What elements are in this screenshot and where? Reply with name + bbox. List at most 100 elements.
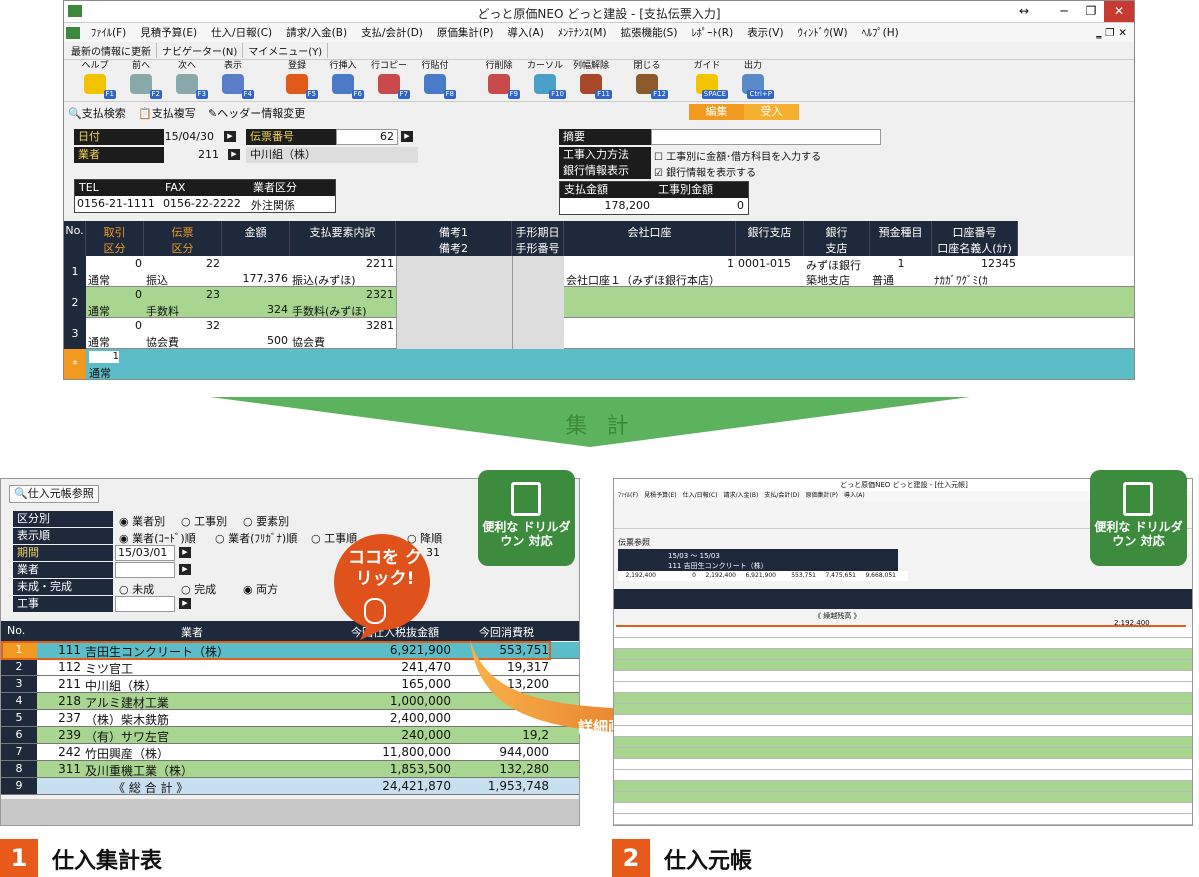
- refresh-link[interactable]: 最新の情報に更新: [66, 43, 157, 58]
- ledger-row[interactable]: [614, 781, 1192, 792]
- menu-cost[interactable]: 原価集計(P): [430, 25, 501, 40]
- ledger-row[interactable]: [614, 748, 1192, 759]
- radio-option[interactable]: ○ 工事別: [181, 513, 227, 529]
- date-picker-button[interactable]: ▶: [224, 131, 236, 142]
- ledger-row[interactable]: [614, 792, 1192, 803]
- menu-payment[interactable]: 支払/会計(D): [354, 25, 430, 40]
- grid-header-1[interactable]: 取引 区分: [86, 221, 144, 256]
- ledger-row[interactable]: [614, 682, 1192, 693]
- minimize-button[interactable]: ─: [1049, 1, 1079, 22]
- menu-setup[interactable]: 導入(A): [500, 25, 550, 40]
- menu-file[interactable]: ﾌｧｲﾙ(F): [84, 25, 133, 40]
- menu-estimate[interactable]: 見積予算(E): [133, 25, 204, 40]
- menu-window[interactable]: ｳｨﾝﾄﾞｳ(W): [791, 25, 855, 40]
- filter-button[interactable]: ▶: [179, 598, 191, 609]
- menu-extension[interactable]: 拡張機能(S): [614, 25, 685, 40]
- grid-new-row[interactable]: * 1 通常: [64, 349, 1134, 379]
- filter-input-5[interactable]: [115, 596, 175, 612]
- toolbar-button-12[interactable]: ガイド SPACE: [684, 60, 730, 102]
- toolbar-button-5[interactable]: 行挿入 F6: [320, 60, 366, 102]
- ledger-row[interactable]: [614, 715, 1192, 726]
- vendor-lookup-button[interactable]: ▶: [228, 149, 240, 160]
- grid-row[interactable]: 2 0 通常 23 手数料 324 2321 手数料(みずほ): [64, 287, 1134, 318]
- ledger-row[interactable]: [614, 737, 1192, 748]
- ledger-row[interactable]: [614, 660, 1192, 671]
- ledger-row[interactable]: [614, 726, 1192, 737]
- radio-option[interactable]: ◉ 業者(ｺｰﾄﾞ)順: [119, 530, 196, 546]
- toolbar-button-11[interactable]: 閉じる F12: [624, 60, 670, 102]
- summary-row[interactable]: 8 311 及川重機工業（株） 1,853,500 132,280: [1, 761, 579, 778]
- radio-option[interactable]: ○ 業者(ﾌﾘｶﾞﾅ)順: [215, 530, 297, 546]
- menu-help[interactable]: ﾍﾙﾌﾟ(H): [855, 25, 906, 40]
- bank-info-checkbox[interactable]: ☑ 銀行情報を表示する: [654, 164, 756, 179]
- toolbar-button-1[interactable]: 前へ F2: [118, 60, 164, 102]
- mdi-controls[interactable]: ‗ ❐ ✕: [1089, 27, 1134, 39]
- ledger-row[interactable]: [614, 638, 1192, 649]
- toolbar-button-7[interactable]: 行貼付 F8: [412, 60, 458, 102]
- radio-option[interactable]: ◉ 両方: [243, 581, 278, 597]
- ledger-row[interactable]: [614, 803, 1192, 814]
- ledger-row[interactable]: [614, 671, 1192, 682]
- mode-receive-tab[interactable]: 受入: [744, 104, 799, 120]
- slip-no-value[interactable]: 62: [336, 129, 398, 145]
- close-button[interactable]: ✕: [1104, 1, 1134, 22]
- grid-header-3[interactable]: 金額: [222, 221, 290, 256]
- toolbar-button-10[interactable]: 列幅解除 F11: [568, 60, 614, 102]
- slip-lookup-button[interactable]: ▶: [401, 131, 413, 142]
- grid-header-6[interactable]: 手形期日 手形番号: [512, 221, 564, 256]
- filter-input-2[interactable]: 15/03/01: [115, 545, 175, 561]
- header-change-button[interactable]: ✎ヘッダー情報変更: [208, 105, 305, 121]
- menu-report[interactable]: ﾚﾎﾟｰﾄ(R): [684, 25, 740, 40]
- toolbar-button-2[interactable]: 次へ F3: [164, 60, 210, 102]
- ledger-row[interactable]: [614, 759, 1192, 770]
- grid-header-10[interactable]: 預金種目: [870, 221, 932, 256]
- toolbar-button-9[interactable]: カーソル F10: [522, 60, 568, 102]
- toolbar-button-8[interactable]: 行削除 F9: [476, 60, 522, 102]
- menu-maintenance[interactable]: ﾒﾝﾃﾅﾝｽ(M): [551, 25, 614, 40]
- grid-row[interactable]: 3 0 通常 32 協会費 500 3281 協会費: [64, 318, 1134, 349]
- memo-input[interactable]: [651, 129, 881, 145]
- summary-row[interactable]: 9 《 総 合 計 》 24,421,870 1,953,748: [1, 778, 579, 795]
- toolbar-button-6[interactable]: 行コピー F7: [366, 60, 412, 102]
- new-row-input[interactable]: 1: [89, 351, 119, 363]
- grid-header-9[interactable]: 銀行 支店: [804, 221, 870, 256]
- radio-option[interactable]: ○ 完成: [181, 581, 216, 597]
- filter-input-3[interactable]: [115, 562, 175, 578]
- grid-header-4[interactable]: 支払要素内訳: [290, 221, 396, 256]
- radio-option[interactable]: ◉ 業者別: [119, 513, 165, 529]
- payment-search-button[interactable]: 🔍支払検索: [68, 105, 126, 121]
- date-value[interactable]: 15/04/30: [164, 129, 214, 145]
- ledger-row[interactable]: [614, 814, 1192, 825]
- menu-purchase[interactable]: 仕入/日報(C): [204, 25, 279, 40]
- toolbar-button-4[interactable]: 登録 F5: [274, 60, 320, 102]
- radio-option[interactable]: ○ 要素別: [243, 513, 289, 529]
- grid-header-7[interactable]: 会社口座: [564, 221, 736, 256]
- grid-header-8[interactable]: 銀行支店: [736, 221, 804, 256]
- menu-billing[interactable]: 請求/入金(B): [279, 25, 354, 40]
- mode-edit-tab[interactable]: 編集: [689, 104, 744, 120]
- mymenu-link[interactable]: マイメニュー(Y): [243, 43, 329, 58]
- payment-copy-button[interactable]: 📋支払複写: [138, 105, 196, 121]
- grid-row[interactable]: 1 0 通常 22 振込 177,376 2211 振込(みずほ) 1 会社口座１（みずほ銀行本店…: [64, 256, 1134, 287]
- toolbar-button-13[interactable]: 出力 Ctrl+P: [730, 60, 776, 102]
- filter-button[interactable]: ▶: [179, 547, 191, 558]
- grid-header-2[interactable]: 伝票 区分: [144, 221, 222, 256]
- grid-header-0[interactable]: No.: [64, 221, 86, 256]
- maximize-button[interactable]: ❐: [1076, 1, 1106, 22]
- filter-button[interactable]: ▶: [179, 564, 191, 575]
- ledger-row[interactable]: [614, 704, 1192, 715]
- ledger-row[interactable]: [614, 627, 1192, 638]
- ledger-row[interactable]: [614, 770, 1192, 781]
- radio-option[interactable]: ○ 未成: [119, 581, 154, 597]
- restore-arrow-icon[interactable]: ↔: [1009, 1, 1039, 22]
- toolbar-button-3[interactable]: 表示 F4: [210, 60, 256, 102]
- grid-header-11[interactable]: 口座番号 口座名義人(ｶﾅ): [932, 221, 1018, 256]
- grid-header-5[interactable]: 備考1 備考2: [396, 221, 512, 256]
- navigator-link[interactable]: ナビゲーター(N): [157, 43, 244, 58]
- ledger-row[interactable]: [614, 649, 1192, 660]
- ledger-row[interactable]: [614, 693, 1192, 704]
- toolbar-button-0[interactable]: ヘルプ F1: [72, 60, 118, 102]
- input-method-option[interactable]: ☐ 工事別に金額･借方科目を入力する: [654, 148, 821, 163]
- menu-view[interactable]: 表示(V): [740, 25, 790, 40]
- vendor-code[interactable]: 211: [164, 147, 219, 163]
